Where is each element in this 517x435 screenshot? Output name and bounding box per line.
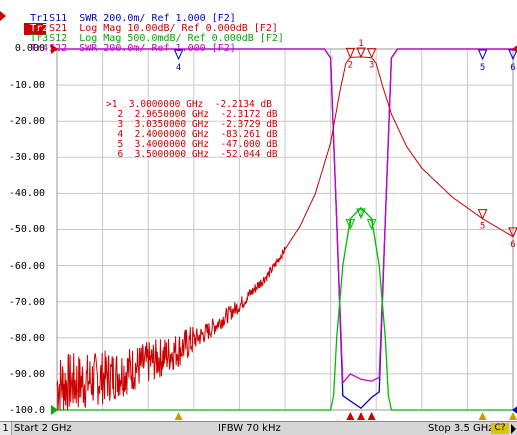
- marker-2-indicator: [345, 47, 356, 59]
- s12-marker-label: 1: [348, 220, 353, 230]
- s12-marker-label: 3: [369, 220, 374, 230]
- play-triangle-icon[interactable]: [511, 424, 516, 434]
- marker-5-s11-label: 5: [480, 63, 485, 73]
- marker-readout-6: 6 3.5000000 GHz -52.044 dB: [117, 149, 278, 160]
- calibration-status[interactable]: C?: [491, 423, 509, 434]
- marker-2-label: 2: [348, 60, 353, 70]
- marker-position-indicator: [367, 412, 376, 420]
- marker-position-indicator: [346, 412, 355, 420]
- marker-6-label: 6: [510, 240, 515, 250]
- stop-frequency[interactable]: Stop 3.5 GHz: [428, 422, 494, 435]
- marker-1-label: 1: [358, 39, 363, 49]
- s12-marker-label: 2: [358, 209, 363, 219]
- marker-position-indicator: [357, 412, 365, 420]
- marker-3-indicator: [366, 48, 377, 59]
- start-frequency[interactable]: Start 2 GHz: [14, 422, 72, 435]
- trace-plot[interactable]: 12 34565 6123: [0, 0, 517, 421]
- marker-4-label: 4: [176, 63, 181, 73]
- marker-6-s11-label: 6: [510, 63, 515, 73]
- channel-indicator[interactable]: 1: [0, 422, 12, 435]
- marker-position-indicator: [174, 412, 183, 420]
- marker-5-label: 5: [480, 222, 485, 232]
- status-bar: 1 Start 2 GHz IFBW 70 kHz Stop 3.5 GHz C…: [0, 421, 517, 435]
- marker-position-indicator: [509, 412, 517, 420]
- marker-position-indicator: [478, 412, 487, 420]
- vna-screen: Tr1S11 SWR 200.0m/ Ref 1.000 [F2] Tr2S21…: [0, 0, 517, 435]
- marker-5-indicator: [477, 209, 488, 220]
- marker-4-indicator: [173, 49, 184, 61]
- marker-3-label: 3: [369, 61, 374, 71]
- marker-5-s11-indicator: [477, 49, 488, 61]
- ifbw-setting[interactable]: IFBW 70 kHz: [218, 422, 281, 435]
